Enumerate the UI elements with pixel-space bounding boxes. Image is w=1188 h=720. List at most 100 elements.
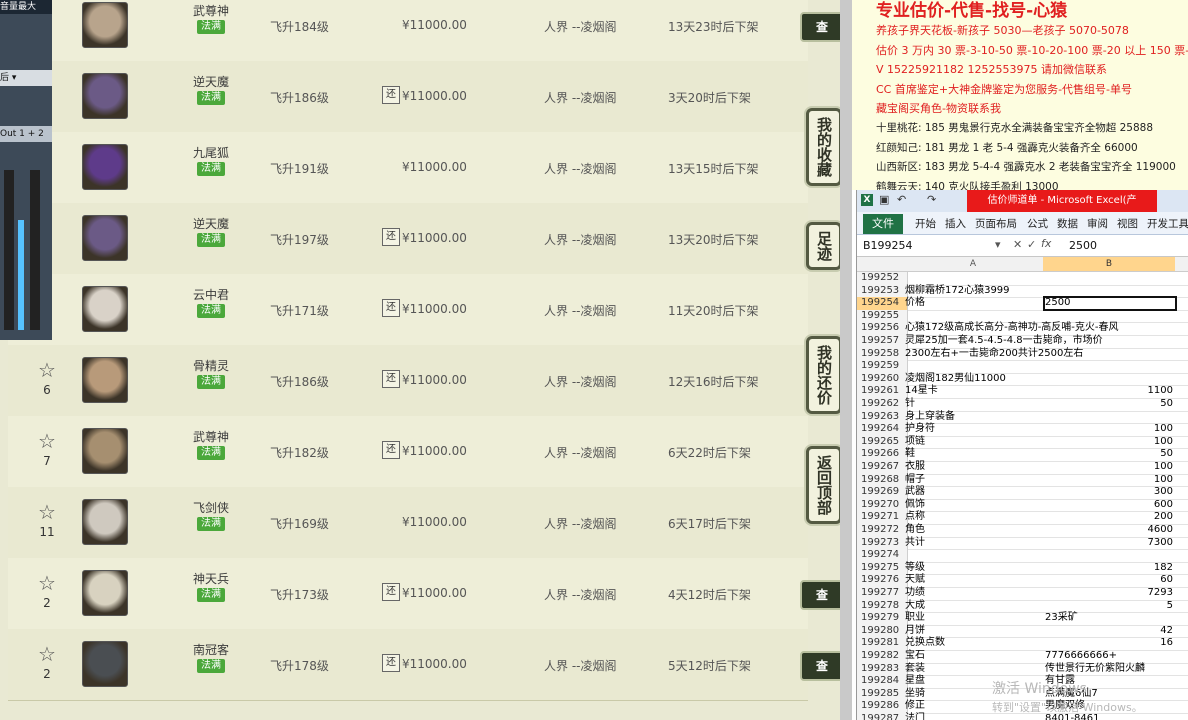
row-number[interactable]: 199285 [857, 687, 908, 701]
row-number[interactable]: 199255 [857, 309, 908, 323]
row-number[interactable]: 199281 [857, 637, 908, 650]
row-number[interactable]: 199269 [857, 486, 908, 499]
row-number[interactable]: 199257 [857, 335, 908, 348]
view-button[interactable]: 查 [800, 12, 840, 42]
undo-icon[interactable]: ↶ [897, 193, 906, 206]
avatar[interactable] [82, 499, 128, 545]
star-icon[interactable]: ☆ [36, 572, 58, 594]
avatar[interactable] [82, 641, 128, 687]
row-number[interactable]: 199274 [857, 549, 908, 562]
avatar[interactable] [82, 73, 128, 119]
table-row[interactable]: ☆ 2 南冠客 法满 飞升178级 还 ¥11000.00 人界 --凌烟阁 5天12时后下架 查 [8, 629, 840, 701]
bargain-icon[interactable]: 还 [382, 583, 400, 601]
cell-b[interactable]: 200 [1043, 511, 1173, 524]
cell-b[interactable]: 50 [1043, 398, 1173, 411]
bargain-icon[interactable]: 还 [382, 299, 400, 317]
sheet-row[interactable]: 199256 心猿172级高成长高分-高神功-高反哺-克火-春风 [857, 322, 1188, 336]
ribbon-tab[interactable]: 开发工具 [1147, 216, 1188, 231]
bargain-icon[interactable]: 还 [382, 370, 400, 388]
row-number[interactable]: 199266 [857, 448, 908, 461]
star-icon[interactable]: ☆ [36, 643, 58, 665]
table-row[interactable]: 武尊神 法满 飞升184级 ¥11000.00 人界 --凌烟阁 13天23时后下架 查 [8, 0, 840, 62]
sheet-row[interactable]: 199282 宝石 7776666666+ [857, 650, 1188, 664]
table-row[interactable]: ☆ 6 骨精灵 法满 飞升186级 还 ¥11000.00 人界 --凌烟阁 12天16时后下架 [8, 345, 808, 417]
sheet-row[interactable]: 199252 [857, 272, 1188, 286]
cell-b[interactable]: 100 [1043, 474, 1173, 487]
column-header-b[interactable]: B [1043, 257, 1175, 271]
cell-b[interactable]: 100 [1043, 423, 1173, 436]
cell-b[interactable]: 5 [1043, 600, 1173, 613]
sheet-row[interactable]: 199281 兑换点数 16 [857, 637, 1188, 651]
row-number[interactable]: 199275 [857, 561, 908, 575]
function-icon[interactable]: fx [1041, 237, 1051, 250]
side-button-0[interactable]: 我的收藏 [806, 108, 842, 186]
cell-a[interactable]: 灵犀25加一套4.5-4.5-4.8一击毙命，市场价 [905, 335, 1165, 348]
sheet-row[interactable]: 199257 灵犀25加一套4.5-4.5-4.8一击毙命，市场价 [857, 335, 1188, 349]
row-number[interactable]: 199287 [857, 713, 908, 720]
ribbon-tab[interactable]: 公式 [1027, 216, 1048, 231]
avatar[interactable] [82, 570, 128, 616]
avatar[interactable] [82, 357, 128, 403]
avatar[interactable] [82, 144, 128, 190]
redo-icon[interactable]: ↷ [927, 193, 936, 206]
row-number[interactable]: 199253 [857, 284, 908, 298]
volume-slider[interactable] [18, 220, 24, 330]
ribbon-tab[interactable]: 视图 [1117, 216, 1138, 231]
cell-b[interactable]: 50 [1043, 448, 1173, 461]
row-number[interactable]: 199279 [857, 612, 908, 625]
sheet-row[interactable]: 199272 角色 4600 [857, 524, 1188, 538]
sheet-row[interactable]: 199267 衣服 100 [857, 461, 1188, 475]
row-number[interactable]: 199280 [857, 624, 908, 638]
sheet-row[interactable]: 199271 点称 200 [857, 511, 1188, 525]
sheet-row[interactable]: 199261 14星卡 1100 [857, 385, 1188, 399]
cell-b[interactable]: 1100 [1043, 385, 1173, 398]
ribbon-tab[interactable]: 开始 [915, 216, 936, 231]
excel-file-tab[interactable]: 文件 [863, 214, 903, 234]
cell-b[interactable]: 182 [1043, 562, 1173, 575]
row-number[interactable]: 199263 [857, 410, 908, 424]
star-icon[interactable]: ☆ [36, 430, 58, 452]
avatar[interactable] [82, 215, 128, 261]
row-number[interactable]: 199278 [857, 599, 908, 613]
row-number[interactable]: 199265 [857, 435, 908, 449]
cell-b[interactable]: 600 [1043, 499, 1173, 512]
bargain-icon[interactable]: 还 [382, 441, 400, 459]
row-number[interactable]: 199270 [857, 498, 908, 512]
cell-b[interactable]: 传世景行无价紫阳火麟 [1045, 663, 1175, 676]
cell-b[interactable]: 7293 [1043, 587, 1173, 600]
row-number[interactable]: 199261 [857, 385, 908, 398]
sheet-row[interactable]: 199262 针 50 [857, 398, 1188, 412]
cell-b[interactable]: 60 [1043, 574, 1173, 587]
save-icon[interactable]: ▣ [879, 193, 889, 206]
row-number[interactable]: 199276 [857, 574, 908, 587]
cell-b[interactable]: 100 [1043, 461, 1173, 474]
cancel-icon[interactable]: ✕ [1013, 238, 1022, 251]
sheet-row[interactable]: 199259 [857, 360, 1188, 374]
row-number[interactable]: 199258 [857, 347, 908, 361]
row-number[interactable]: 199267 [857, 461, 908, 474]
sheet-row[interactable]: 199276 天赋 60 [857, 574, 1188, 588]
row-number[interactable]: 199262 [857, 398, 908, 411]
table-row[interactable]: ☆ 7 武尊神 法满 飞升182级 还 ¥11000.00 人界 --凌烟阁 6天22时后下架 [8, 416, 808, 488]
row-number[interactable]: 199284 [857, 675, 908, 688]
formula-input[interactable]: 2500 [1069, 238, 1097, 254]
cell-b[interactable]: 16 [1043, 637, 1173, 650]
audio-mixer-dropdown[interactable]: 后 ▾ [0, 70, 52, 86]
row-number[interactable]: 199277 [857, 587, 908, 600]
spreadsheet-grid[interactable]: 199252 199253 烟柳霜桥172心猿3999 199254 价格 2500 199… [857, 272, 1188, 720]
row-number[interactable]: 199254 [857, 297, 908, 310]
ribbon-tab[interactable]: 插入 [945, 216, 966, 231]
cell-b[interactable]: 42 [1043, 625, 1173, 638]
name-box[interactable]: B199254 [863, 238, 983, 254]
row-number[interactable]: 199282 [857, 650, 908, 663]
row-number[interactable]: 199264 [857, 423, 908, 436]
row-number[interactable]: 199268 [857, 473, 908, 487]
cell-b[interactable]: 7300 [1043, 537, 1173, 550]
column-header-a[interactable]: A [905, 257, 1041, 271]
row-number[interactable]: 199252 [857, 272, 908, 285]
cell-b[interactable]: 300 [1043, 486, 1173, 499]
bargain-icon[interactable]: 还 [382, 86, 400, 104]
row-number[interactable]: 199283 [857, 662, 908, 676]
star-icon[interactable]: ☆ [36, 501, 58, 523]
row-number[interactable]: 199272 [857, 524, 908, 537]
